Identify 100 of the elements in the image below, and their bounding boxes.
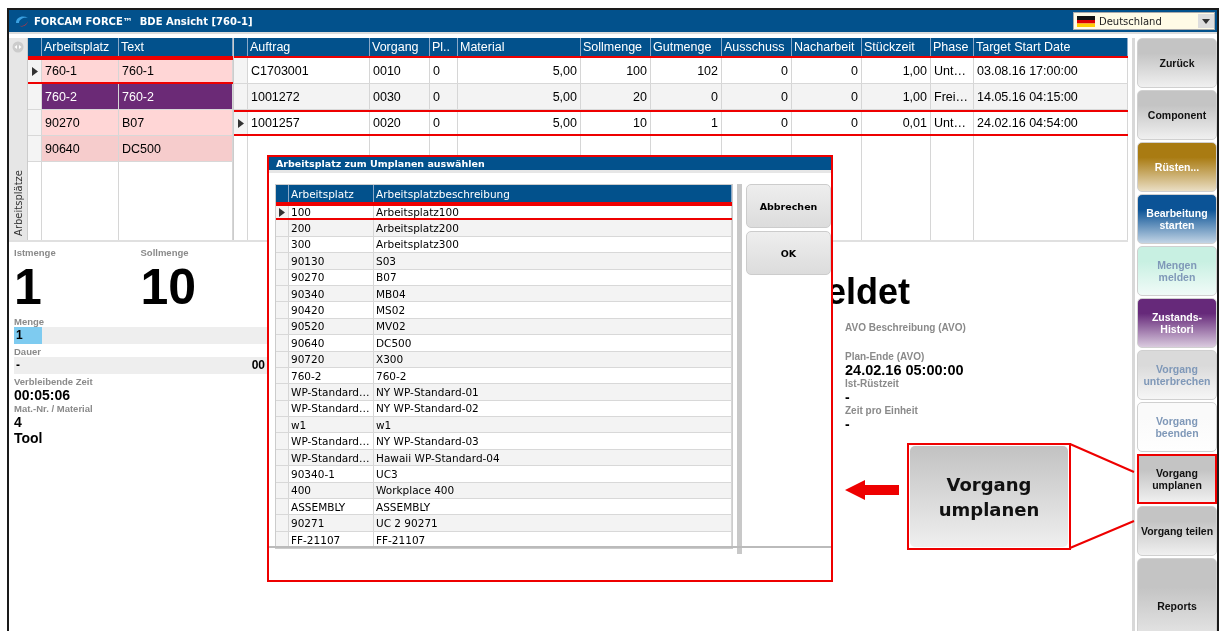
row-pointer-icon [237, 118, 244, 128]
table-cell: 90640 [42, 136, 119, 161]
table-row[interactable]: 760-2 760-2 [28, 84, 233, 110]
table-cell: NY WP-Standard-03 [374, 433, 733, 449]
column-header[interactable]: Arbeitsplatzbeschreibung [374, 185, 733, 202]
table-cell: 90270 [42, 110, 119, 135]
column-header[interactable]: Material [458, 38, 581, 56]
column-header[interactable]: Arbeitsplatz [42, 38, 119, 56]
dialog-button[interactable]: Abbrechen [746, 184, 831, 228]
action-button[interactable]: Zurück [1137, 38, 1217, 88]
column-header[interactable]: Auftrag [248, 38, 370, 56]
action-button[interactable]: Vorgang teilen [1137, 506, 1217, 556]
table-row[interactable]: C1703001 0010 0 5,00 100 102 0 0 1,00 Unt… 03.08.16 17:00:00 [234, 58, 1128, 84]
table-cell: 0030 [370, 84, 430, 109]
table-cell: 90270 [289, 269, 374, 285]
field-value: 00:05:06 [14, 387, 72, 403]
table-row[interactable]: ASSEMBLY ASSEMBLY [276, 499, 733, 516]
field-label: Sollmenge [140, 247, 190, 258]
table-cell: 90420 [289, 302, 374, 318]
column-header[interactable]: Ausschuss [722, 38, 792, 56]
table-row[interactable]: 100 Arbeitsplatz100 [276, 204, 733, 221]
table-cell: B07 [374, 269, 733, 285]
table-cell: 90720 [289, 351, 374, 367]
table-row[interactable]: 90130 S03 [276, 253, 733, 270]
table-row[interactable]: 90340-1 UC3 [276, 466, 733, 483]
column-header[interactable]: Arbeitsplatz [289, 185, 374, 202]
column-header[interactable]: Nacharbeit [792, 38, 862, 56]
column-header[interactable]: Target Start Date [974, 38, 1128, 56]
table-row[interactable]: 1001272 0030 0 5,00 20 0 0 0 1,00 Frei… 14.05.16 04:15:00 [234, 84, 1128, 110]
table-row[interactable]: WP-Standard… NY WP-Standard-01 [276, 384, 733, 401]
table-row[interactable]: 90640 DC500 [276, 335, 733, 352]
table-cell: 760-2 [289, 367, 374, 384]
action-button[interactable]: Component [1137, 90, 1217, 140]
table-cell: 10 [581, 112, 651, 134]
column-header[interactable]: Vorgang [370, 38, 430, 56]
table-cell: 5,00 [458, 84, 581, 109]
table-cell: w1 [289, 417, 374, 433]
row-pointer-icon [279, 207, 285, 217]
table-cell: 0 [430, 84, 458, 109]
action-button[interactable]: Bearbeitung starten [1137, 194, 1217, 244]
field-value: - [845, 416, 851, 432]
table-cell: 100 [289, 206, 374, 219]
table-cell: Arbeitsplatz100 [374, 206, 733, 219]
table-cell: WP-Standard… [289, 384, 374, 400]
table-cell: 760-1 [119, 60, 233, 82]
row-selector[interactable] [28, 60, 42, 82]
row-selector[interactable] [276, 206, 289, 219]
table-row[interactable]: 90420 MS02 [276, 302, 733, 319]
field-label: AVO Beschreibung (AVO) [845, 322, 966, 333]
table-cell: 0 [651, 84, 722, 109]
table-cell: Unt… [931, 58, 974, 83]
action-button[interactable]: Vorgang umplanen [1137, 454, 1217, 504]
dialog-button[interactable]: OK [746, 231, 831, 275]
table-row[interactable]: w1 w1 [276, 417, 733, 434]
table-cell: 90271 [289, 515, 374, 531]
caret-icon [1198, 14, 1214, 28]
table-cell: UC3 [374, 466, 733, 482]
table-row[interactable]: 760-1 760-1 [28, 58, 233, 84]
row-selector[interactable] [234, 112, 248, 134]
table-cell: 5,00 [458, 58, 581, 83]
column-header[interactable]: Gutmenge [651, 38, 722, 56]
table-row[interactable]: 200 Arbeitsplatz200 [276, 220, 733, 237]
table-cell: 0 [792, 58, 862, 83]
table-cell: 760-2 [119, 84, 233, 109]
table-cell: FF-21107 [289, 531, 374, 548]
flag-icon [1077, 15, 1095, 27]
column-header[interactable]: Pl.. [430, 38, 458, 56]
table-cell: 24.02.16 04:54:00 [974, 112, 1128, 134]
table-cell: WP-Standard… [289, 449, 374, 466]
table-cell: B07 [119, 110, 233, 135]
input-field[interactable]: - 00 [14, 357, 267, 374]
field-label: Dauer [14, 346, 42, 357]
table-cell: 90340-1 [289, 466, 374, 482]
table-row[interactable]: 1001257 0020 0 5,00 10 1 0 0 0,01 Unt… 24.02.16 04:54:00 [234, 110, 1128, 136]
input-field[interactable]: 1 [14, 327, 267, 344]
scrollbar[interactable] [737, 184, 742, 554]
column-header[interactable]: Stückzeit [862, 38, 931, 56]
table-cell: 90520 [289, 318, 374, 335]
table-row[interactable]: WP-Standard… NY WP-Standard-03 [276, 433, 733, 450]
table-cell: MS02 [374, 302, 733, 318]
table-row[interactable]: 90270 B07 [28, 110, 233, 136]
field-label: Plan-Ende (AVO) [845, 351, 926, 362]
table-cell: WP-Standard… [289, 400, 374, 417]
table-cell: 03.08.16 17:00:00 [974, 58, 1128, 83]
action-button[interactable]: Reports [1137, 558, 1217, 631]
column-header[interactable]: Phase [931, 38, 974, 56]
field-label: Verbleibende Zeit [14, 376, 94, 387]
table-cell: 200 [289, 220, 374, 236]
action-button[interactable]: Zustands-Histori [1137, 298, 1217, 348]
table-row[interactable]: 90271 UC 2 90271 [276, 515, 733, 532]
table-cell: 90640 [289, 335, 374, 351]
table-cell: MV02 [374, 318, 733, 335]
row-pointer-icon [31, 66, 38, 76]
column-header[interactable]: Text [119, 38, 233, 56]
quantity-value: 10 [140, 258, 198, 316]
column-header[interactable]: Sollmenge [581, 38, 651, 56]
quantity-value: 1 [14, 258, 43, 316]
language-dropdown[interactable]: Deutschland [1073, 12, 1215, 30]
table-row[interactable]: 90640 DC500 [28, 136, 233, 162]
table-cell: 300 [289, 236, 374, 253]
